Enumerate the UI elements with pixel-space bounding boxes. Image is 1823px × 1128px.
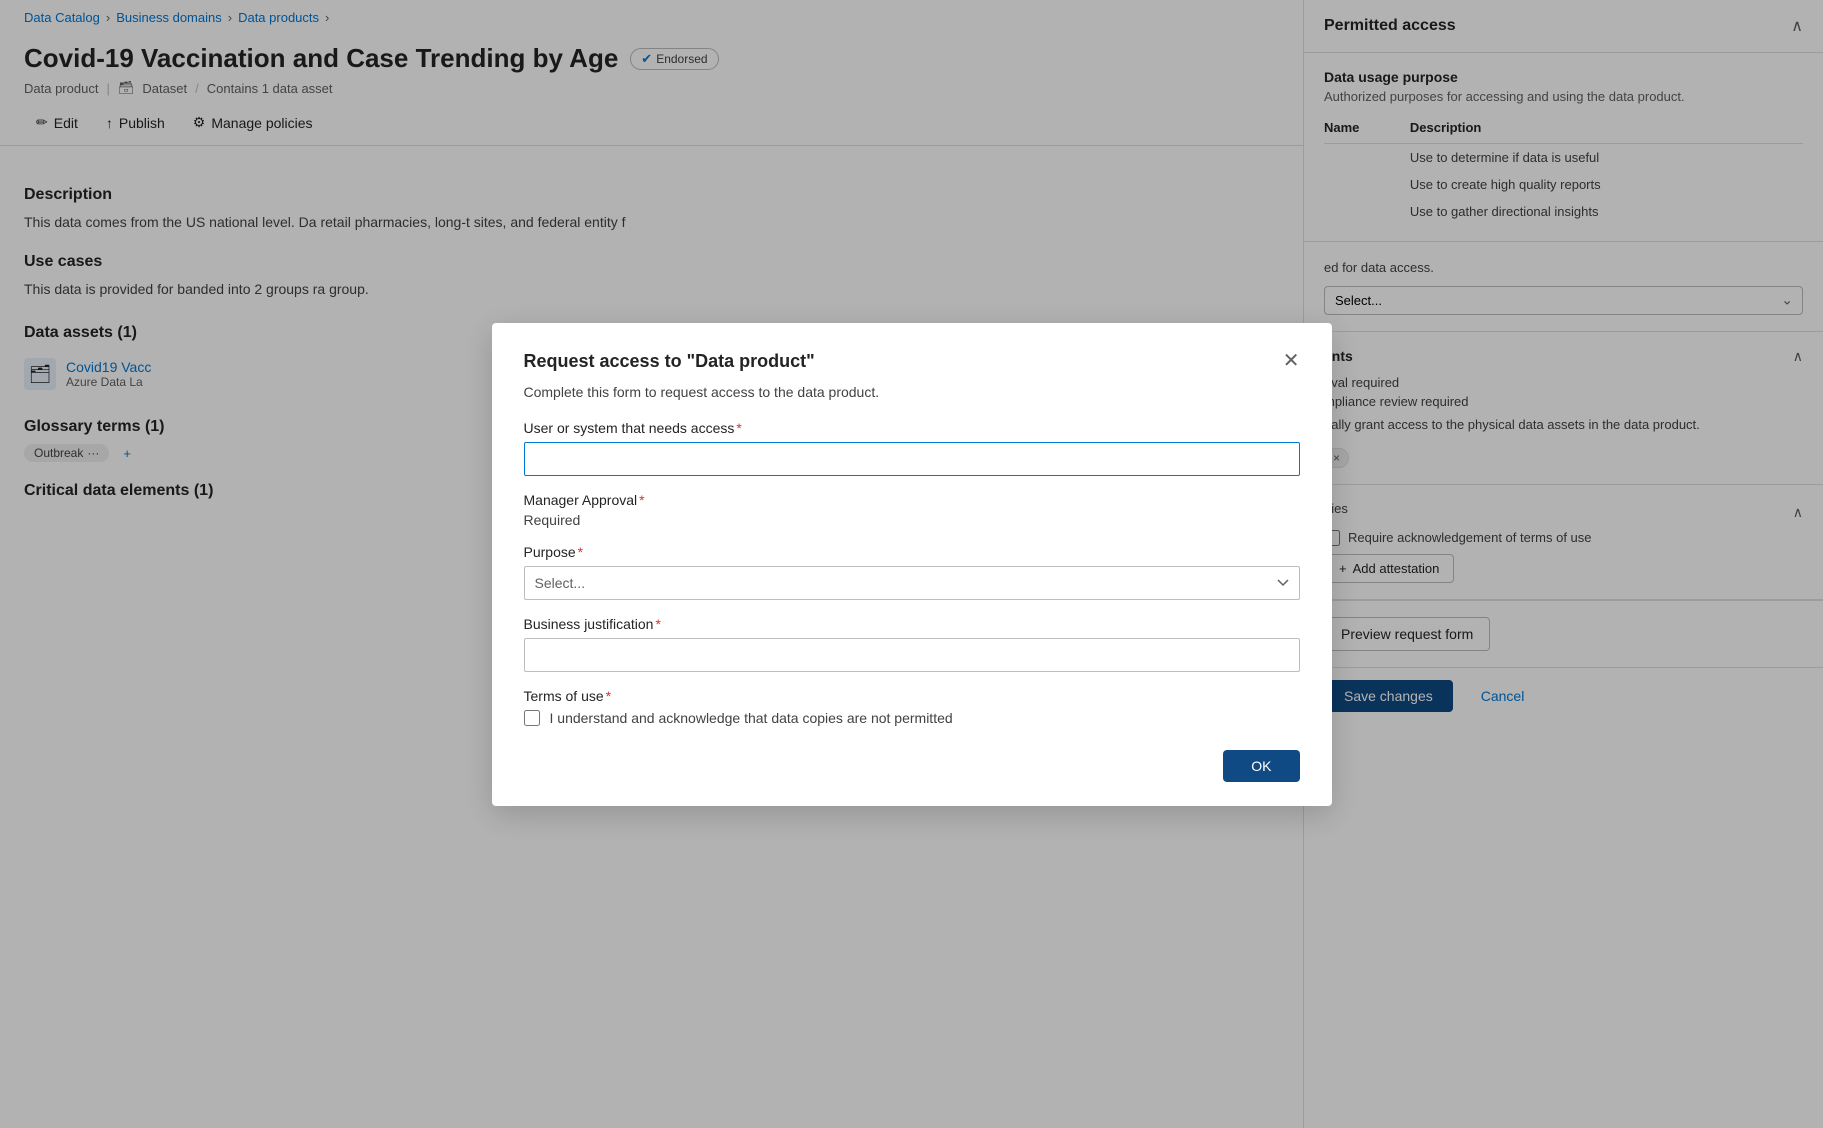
modal-footer: OK [524, 750, 1300, 782]
manager-approval-group: Manager Approval* Required [524, 492, 1300, 528]
terms-checkbox[interactable] [524, 710, 540, 726]
manager-approval-label: Manager Approval* [524, 492, 1300, 508]
purpose-select[interactable]: Select... Research Reporting Operations [524, 566, 1300, 600]
required-star-4: * [655, 616, 660, 632]
modal-desc: Complete this form to request access to … [524, 384, 1300, 400]
business-justification-label: Business justification* [524, 616, 1300, 632]
purpose-group: Purpose* Select... Research Reporting Op… [524, 544, 1300, 600]
terms-checkbox-row: I understand and acknowledge that data c… [524, 710, 1300, 726]
user-access-input[interactable] [524, 442, 1300, 476]
terms-checkbox-label: I understand and acknowledge that data c… [550, 710, 953, 726]
business-justification-input[interactable] [524, 638, 1300, 672]
business-justification-group: Business justification* [524, 616, 1300, 672]
modal-title: Request access to "Data product" [524, 351, 815, 372]
user-access-group: User or system that needs access* [524, 420, 1300, 476]
required-star-3: * [578, 544, 583, 560]
modal: Request access to "Data product" ✕ Compl… [492, 323, 1332, 806]
terms-label: Terms of use* [524, 688, 1300, 704]
required-star-5: * [606, 688, 611, 704]
user-access-label: User or system that needs access* [524, 420, 1300, 436]
modal-close-button[interactable]: ✕ [1283, 351, 1300, 371]
purpose-label: Purpose* [524, 544, 1300, 560]
ok-button[interactable]: OK [1223, 750, 1299, 782]
modal-overlay: Request access to "Data product" ✕ Compl… [0, 0, 1823, 1128]
required-star-2: * [639, 492, 644, 508]
terms-group: Terms of use* I understand and acknowled… [524, 688, 1300, 726]
manager-approval-value: Required [524, 512, 1300, 528]
required-star: * [736, 420, 741, 436]
modal-header: Request access to "Data product" ✕ [524, 351, 1300, 372]
